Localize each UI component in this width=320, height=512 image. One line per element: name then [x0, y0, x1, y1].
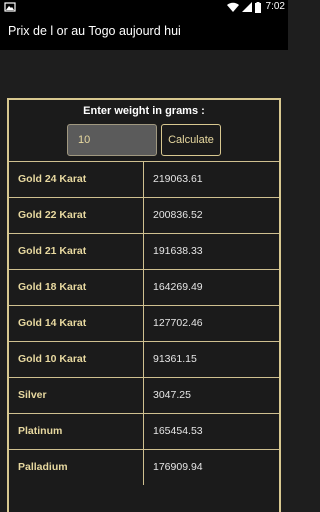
photo-icon — [4, 2, 16, 12]
metal-label: Gold 14 Karat — [9, 306, 144, 341]
price-row: Gold 14 Karat 127702.46 — [9, 305, 279, 341]
metal-price: 91361.15 — [153, 353, 197, 365]
metal-label: Gold 22 Karat — [9, 198, 144, 233]
metal-label: Silver — [9, 378, 144, 413]
price-row: Gold 22 Karat 200836.52 — [9, 197, 279, 233]
metal-price: 219063.61 — [153, 173, 203, 185]
price-row: Gold 10 Karat 91361.15 — [9, 341, 279, 377]
metal-price: 200836.52 — [153, 209, 203, 221]
metal-label: Gold 18 Karat — [9, 270, 144, 305]
price-row: Gold 24 Karat 219063.61 — [9, 161, 279, 197]
metal-price: 165454.53 — [153, 425, 203, 437]
metal-label: Gold 21 Karat — [9, 234, 144, 269]
weight-prompt: Enter weight in grams : — [83, 105, 205, 117]
metal-label: Gold 10 Karat — [9, 342, 144, 377]
price-row: Palladium 176909.94 — [9, 449, 279, 485]
metal-price: 191638.33 — [153, 245, 203, 257]
metal-price: 164269.49 — [153, 281, 203, 293]
content-area: Enter weight in grams : 10 Calculate Gol… — [0, 50, 288, 512]
calculate-button[interactable]: Calculate — [161, 124, 221, 156]
metal-price: 127702.46 — [153, 317, 203, 329]
app-bar: Prix de l or au Togo aujourd hui — [0, 14, 288, 50]
price-row: Gold 21 Karat 191638.33 — [9, 233, 279, 269]
price-row: Silver 3047.25 — [9, 377, 279, 413]
status-time: 7:02 — [265, 1, 285, 12]
metal-price: 176909.94 — [153, 461, 203, 473]
price-row: Gold 18 Karat 164269.49 — [9, 269, 279, 305]
metal-label: Gold 24 Karat — [9, 162, 144, 197]
weight-input[interactable]: 10 — [67, 124, 157, 156]
price-row: Platinum 165454.53 — [9, 413, 279, 449]
metal-label: Platinum — [9, 414, 144, 449]
battery-icon — [254, 1, 261, 13]
app-title: Prix de l or au Togo aujourd hui — [8, 24, 181, 38]
price-panel: Enter weight in grams : 10 Calculate Gol… — [7, 98, 281, 512]
wifi-icon — [226, 2, 239, 12]
metal-label: Palladium — [9, 450, 144, 485]
status-bar: 7:02 — [0, 0, 288, 14]
signal-icon — [241, 2, 252, 12]
metal-price: 3047.25 — [153, 389, 191, 401]
